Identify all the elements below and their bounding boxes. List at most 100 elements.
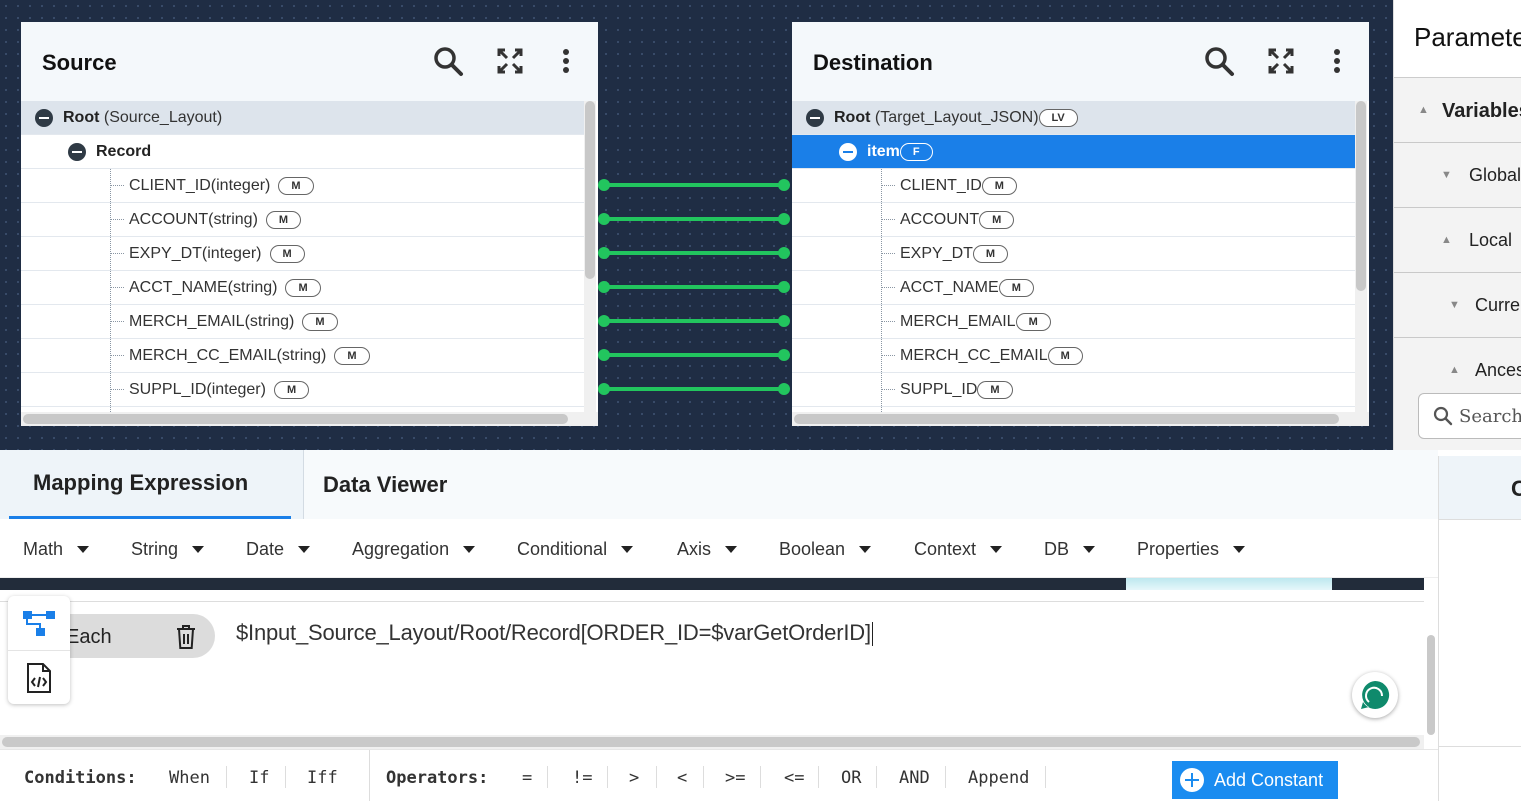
source-field-row[interactable]: MERCH_CC_EMAIL(string) M	[21, 339, 584, 373]
aggregation-menu[interactable]: Aggregation	[352, 539, 476, 560]
mapping-line[interactable]	[598, 315, 790, 327]
condition-if[interactable]: If	[249, 768, 269, 788]
mapping-endpoint[interactable]	[598, 281, 610, 293]
more-vertical-icon[interactable]	[1320, 44, 1354, 78]
mapping-endpoint[interactable]	[598, 247, 610, 259]
operator-and[interactable]: AND	[899, 768, 930, 788]
global-section[interactable]: ▼ Global	[1394, 143, 1521, 208]
tree-connector-line	[881, 169, 882, 412]
condition-when[interactable]: When	[169, 768, 210, 788]
source-horizontal-scrollbar[interactable]	[21, 412, 598, 426]
expression-input[interactable]: $Input_Source_Layout/Root/Record[ORDER_I…	[236, 620, 873, 647]
search-icon[interactable]	[1202, 44, 1236, 78]
scrollbar-thumb[interactable]	[794, 414, 1339, 424]
ancestor-label: Ances	[1475, 360, 1521, 380]
operator-greater-equal[interactable]: >=	[725, 768, 745, 788]
operator-equals[interactable]: =	[522, 768, 532, 788]
condition-iff[interactable]: Iff	[307, 768, 338, 788]
mapping-line[interactable]	[598, 179, 790, 191]
mapping-line[interactable]	[598, 213, 790, 225]
destination-field-row[interactable]: ACCT_NAME M	[792, 271, 1355, 305]
tab-data-viewer[interactable]: Data Viewer	[303, 450, 1438, 519]
mapping-endpoint[interactable]	[778, 349, 790, 361]
db-menu[interactable]: DB	[1044, 539, 1096, 560]
properties-menu[interactable]: Properties	[1137, 539, 1246, 560]
tree-view-icon[interactable]	[8, 596, 70, 650]
search-placeholder: Search	[1459, 405, 1521, 427]
operator-or[interactable]: OR	[841, 768, 861, 788]
operator-less-equal[interactable]: <=	[784, 768, 804, 788]
collapse-icon[interactable]	[35, 109, 53, 127]
destination-item-row[interactable]: item F	[792, 135, 1355, 169]
conditional-menu[interactable]: Conditional	[517, 539, 634, 560]
scrollbar-thumb[interactable]	[23, 414, 568, 424]
mapping-endpoint[interactable]	[778, 315, 790, 327]
mapping-endpoint[interactable]	[778, 281, 790, 293]
expand-icon[interactable]	[1264, 44, 1298, 78]
mapping-line[interactable]	[598, 349, 790, 361]
string-menu[interactable]: String	[131, 539, 205, 560]
source-field-row[interactable]: ACCOUNT(string) M	[21, 203, 584, 237]
mapping-endpoint[interactable]	[778, 213, 790, 225]
date-menu[interactable]: Date	[246, 539, 311, 560]
code-file-icon[interactable]	[8, 650, 70, 704]
editor-vertical-scrollbar[interactable]	[1424, 635, 1438, 745]
destination-field-row[interactable]: MERCH_EMAIL M	[792, 305, 1355, 339]
parameters-search-input[interactable]: Search	[1418, 393, 1521, 439]
mapping-endpoint[interactable]	[778, 247, 790, 259]
local-section[interactable]: ▲ Local	[1394, 208, 1521, 273]
destination-field-row[interactable]: ACCOUNT M	[792, 203, 1355, 237]
tab-mapping-expression[interactable]: Mapping Expression	[9, 450, 291, 519]
trash-icon[interactable]	[175, 624, 197, 655]
destination-root-row[interactable]: Root (Target_Layout_JSON) LV	[792, 101, 1355, 135]
source-field-row[interactable]: ACCT_NAME(string) M	[21, 271, 584, 305]
operator-less[interactable]: <	[677, 768, 687, 788]
right-panel-tab[interactable]: C	[1439, 456, 1521, 520]
destination-horizontal-scrollbar[interactable]	[792, 412, 1369, 426]
more-vertical-icon[interactable]	[549, 44, 583, 78]
boolean-menu[interactable]: Boolean	[779, 539, 872, 560]
axis-menu[interactable]: Axis	[677, 539, 738, 560]
mapping-endpoint[interactable]	[598, 315, 610, 327]
collapse-icon[interactable]	[839, 143, 857, 161]
mapping-endpoint[interactable]	[598, 383, 610, 395]
destination-field-row[interactable]: SUPPL_ID M	[792, 373, 1355, 407]
scrollbar-thumb[interactable]	[585, 101, 595, 279]
scrollbar-thumb[interactable]	[2, 737, 1420, 747]
source-vertical-scrollbar[interactable]	[584, 101, 596, 412]
scrollbar-thumb[interactable]	[1356, 101, 1366, 291]
mapping-endpoint[interactable]	[598, 179, 610, 191]
source-field-row[interactable]: SUPPL_ID(integer) M	[21, 373, 584, 407]
source-field-row[interactable]: EXPY_DT(integer) M	[21, 237, 584, 271]
destination-vertical-scrollbar[interactable]	[1355, 101, 1367, 412]
operator-append[interactable]: Append	[968, 768, 1029, 788]
source-root-row[interactable]: Root (Source_Layout)	[21, 101, 584, 135]
source-field-row[interactable]: MERCH_EMAIL(string) M	[21, 305, 584, 339]
mapping-endpoint[interactable]	[598, 349, 610, 361]
current-section[interactable]: ▼ Curren	[1394, 273, 1521, 338]
variables-section[interactable]: ▲ Variables	[1394, 78, 1521, 143]
mapping-endpoint[interactable]	[598, 213, 610, 225]
mapping-endpoint[interactable]	[778, 383, 790, 395]
destination-field-row[interactable]: MERCH_CC_EMAIL M	[792, 339, 1355, 373]
destination-field-row[interactable]: CLIENT_ID M	[792, 169, 1355, 203]
chat-assistant-icon[interactable]	[1352, 672, 1398, 718]
collapse-icon[interactable]	[68, 143, 86, 161]
collapse-icon[interactable]	[806, 109, 824, 127]
scrollbar-thumb[interactable]	[1427, 635, 1435, 735]
source-record-row[interactable]: Record	[21, 135, 584, 169]
mapping-line[interactable]	[598, 383, 790, 395]
add-constant-button[interactable]: Add Constant	[1172, 761, 1338, 799]
context-menu[interactable]: Context	[914, 539, 1003, 560]
search-icon[interactable]	[431, 44, 465, 78]
mapping-endpoint[interactable]	[778, 179, 790, 191]
operator-greater[interactable]: >	[629, 768, 639, 788]
editor-horizontal-scrollbar[interactable]	[0, 735, 1424, 749]
source-field-row[interactable]: CLIENT_ID(integer) M	[21, 169, 584, 203]
mapping-line[interactable]	[598, 247, 790, 259]
destination-field-row[interactable]: EXPY_DT M	[792, 237, 1355, 271]
math-menu[interactable]: Math	[23, 539, 90, 560]
mapping-line[interactable]	[598, 281, 790, 293]
operator-not-equals[interactable]: !=	[572, 768, 592, 788]
expand-icon[interactable]	[493, 44, 527, 78]
